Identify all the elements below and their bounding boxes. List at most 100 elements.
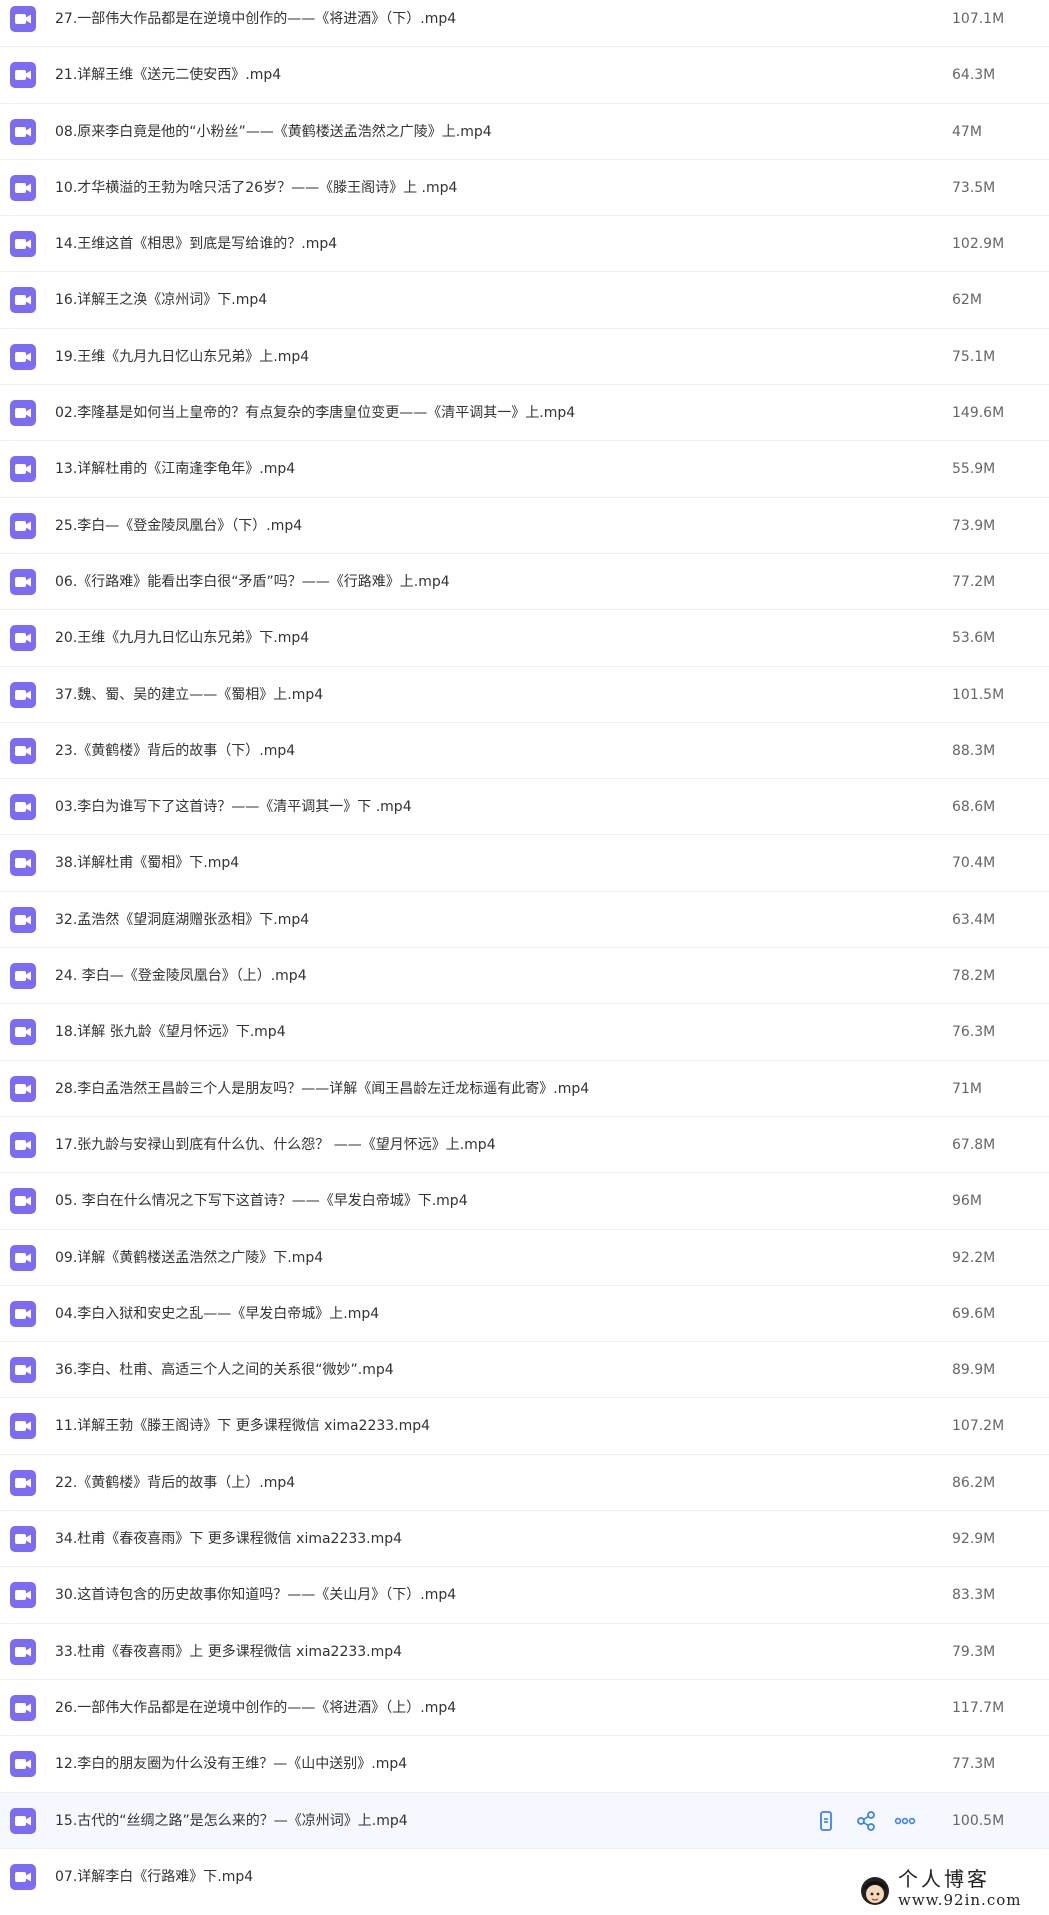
file-size: 117.7M — [952, 1699, 1005, 1716]
file-name[interactable]: 09.详解《黄鹤楼送孟浩然之广陵》下.mp4 — [55, 1248, 323, 1268]
file-row[interactable]: 30.这首诗包含的历史故事你知道吗？——《关山月》（下）.mp4 83.3M — [0, 1567, 1049, 1624]
file-row[interactable]: 02.李隆基是如何当上皇帝的？有点复杂的李唐皇位变更——《清平调其一》上.mp4… — [0, 385, 1049, 442]
file-row[interactable]: 21.详解王维《送元二使安西》.mp4 64.3M — [0, 47, 1049, 104]
file-row[interactable]: 10.才华横溢的王勃为啥只活了26岁？——《滕王阁诗》上 .mp4 73.5M — [0, 160, 1049, 217]
video-file-icon — [10, 118, 36, 145]
file-name[interactable]: 28.李白孟浩然王昌龄三个人是朋友吗？——详解《闻王昌龄左迁龙标遥有此寄》.mp… — [55, 1079, 589, 1099]
file-size: 62M — [952, 292, 982, 309]
file-row[interactable]: 32.孟浩然《望洞庭湖赠张丞相》下.mp4 63.4M — [0, 892, 1049, 949]
file-name[interactable]: 30.这首诗包含的历史故事你知道吗？——《关山月》（下）.mp4 — [55, 1585, 456, 1605]
file-name[interactable]: 15.古代的“丝绸之路”是怎么来的？—《凉州词》上.mp4 — [55, 1811, 408, 1831]
file-size: 47M — [952, 123, 982, 140]
file-row[interactable]: 24. 李白—《登金陵凤凰台》（上）.mp4 78.2M — [0, 948, 1049, 1005]
file-size: 92.2M — [952, 1249, 996, 1266]
file-name[interactable]: 33.杜甫《春夜喜雨》上 更多课程微信 xima2233.mp4 — [55, 1642, 402, 1662]
file-row[interactable]: 25.李白—《登金陵凤凰台》（下）.mp4 73.9M — [0, 498, 1049, 554]
file-name[interactable]: 18.详解 张九龄《望月怀远》下.mp4 — [55, 1022, 286, 1042]
video-file-icon — [10, 737, 36, 764]
file-row[interactable]: 09.详解《黄鹤楼送孟浩然之广陵》下.mp4 92.2M — [0, 1230, 1049, 1286]
file-size: 100.5M — [952, 1812, 1005, 1829]
file-row[interactable]: 26.一部伟大作品都是在逆境中创作的——《将进酒》（上）.mp4 117.7M — [0, 1680, 1049, 1737]
file-row[interactable]: 23.《黄鹤楼》背后的故事（下）.mp4 88.3M — [0, 723, 1049, 780]
video-file-icon — [10, 794, 36, 821]
file-name[interactable]: 24. 李白—《登金陵凤凰台》（上）.mp4 — [55, 966, 307, 986]
video-file-icon — [10, 6, 36, 32]
file-size: 107.1M — [952, 11, 1005, 27]
file-row[interactable]: 37.魏、蜀、吴的建立——《蜀相》上.mp4 101.5M — [0, 667, 1049, 723]
video-file-icon — [10, 1244, 36, 1271]
share-icon[interactable] — [855, 1810, 877, 1832]
file-row[interactable]: 08.原来李白竟是他的“小粉丝”——《黄鹤楼送孟浩然之广陵》上.mp4 47M — [0, 104, 1049, 160]
more-icon[interactable] — [894, 1810, 916, 1832]
file-row[interactable]: 33.杜甫《春夜喜雨》上 更多课程微信 xima2233.mp4 79.3M — [0, 1624, 1049, 1680]
file-name[interactable]: 32.孟浩然《望洞庭湖赠张丞相》下.mp4 — [55, 910, 309, 930]
file-name[interactable]: 03.李白为谁写下了这首诗？——《清平调其一》下 .mp4 — [55, 797, 412, 817]
file-row[interactable]: 28.李白孟浩然王昌龄三个人是朋友吗？——详解《闻王昌龄左迁龙标遥有此寄》.mp… — [0, 1061, 1049, 1117]
video-file-icon — [10, 1413, 36, 1440]
file-name[interactable]: 17.张九龄与安禄山到底有什么仇、什么怨？ ——《望月怀远》上.mp4 — [55, 1135, 496, 1155]
file-row[interactable]: 16.详解王之涣《凉州词》下.mp4 62M — [0, 272, 1049, 329]
file-row[interactable]: 11.详解王勃《滕王阁诗》下 更多课程微信 xima2233.mp4 107.2M — [0, 1398, 1049, 1455]
file-row[interactable]: 14.王维这首《相思》到底是写给谁的？.mp4 102.9M — [0, 216, 1049, 273]
file-row[interactable]: 06.《行路难》能看出李白很“矛盾”吗？——《行路难》上.mp4 77.2M — [0, 554, 1049, 611]
video-file-icon — [10, 400, 36, 427]
file-name[interactable]: 22.《黄鹤楼》背后的故事（上）.mp4 — [55, 1473, 295, 1493]
file-name[interactable]: 27.一部伟大作品都是在逆境中创作的——《将进酒》（下）.mp4 — [55, 9, 456, 29]
file-row[interactable]: 04.李白入狱和安史之乱——《早发白帝城》上.mp4 69.6M — [0, 1286, 1049, 1343]
video-file-icon — [10, 1188, 36, 1215]
file-name[interactable]: 19.王维《九月九日忆山东兄弟》上.mp4 — [55, 347, 309, 367]
file-name[interactable]: 26.一部伟大作品都是在逆境中创作的——《将进酒》（上）.mp4 — [55, 1698, 456, 1718]
file-row[interactable]: 27.一部伟大作品都是在逆境中创作的——《将进酒》（下）.mp4 107.1M — [0, 0, 1049, 48]
file-row[interactable]: 03.李白为谁写下了这首诗？——《清平调其一》下 .mp4 68.6M — [0, 779, 1049, 836]
file-row[interactable]: 12.李白的朋友圈为什么没有王维？—《山中送别》.mp4 77.3M — [0, 1736, 1049, 1793]
file-name[interactable]: 08.原来李白竟是他的“小粉丝”——《黄鹤楼送孟浩然之广陵》上.mp4 — [55, 122, 492, 142]
file-size: 76.3M — [952, 1024, 996, 1041]
file-name[interactable]: 11.详解王勃《滕王阁诗》下 更多课程微信 xima2233.mp4 — [55, 1416, 430, 1436]
file-name[interactable]: 04.李白入狱和安史之乱——《早发白帝城》上.mp4 — [55, 1304, 379, 1324]
file-name[interactable]: 36.李白、杜甫、高适三个人之间的关系很“微妙”.mp4 — [55, 1360, 394, 1380]
file-name[interactable]: 10.才华横溢的王勃为啥只活了26岁？——《滕王阁诗》上 .mp4 — [55, 178, 457, 198]
file-row[interactable]: 36.李白、杜甫、高适三个人之间的关系很“微妙”.mp4 89.9M — [0, 1342, 1049, 1399]
file-name[interactable]: 06.《行路难》能看出李白很“矛盾”吗？——《行路难》上.mp4 — [55, 572, 450, 592]
file-row[interactable]: 20.王维《九月九日忆山东兄弟》下.mp4 53.6M — [0, 610, 1049, 667]
file-name[interactable]: 07.详解李白《行路难》下.mp4 — [55, 1867, 253, 1887]
file-list: 27.一部伟大作品都是在逆境中创作的——《将进酒》（下）.mp4 107.1M 21… — [0, 0, 1049, 1905]
file-name[interactable]: 02.李隆基是如何当上皇帝的？有点复杂的李唐皇位变更——《清平调其一》上.mp4 — [55, 403, 575, 423]
video-file-icon — [10, 568, 36, 595]
video-file-icon — [10, 1526, 36, 1553]
file-row[interactable]: 38.详解杜甫《蜀相》下.mp4 70.4M — [0, 835, 1049, 892]
file-name[interactable]: 25.李白—《登金陵凤凰台》（下）.mp4 — [55, 516, 302, 536]
file-name[interactable]: 37.魏、蜀、吴的建立——《蜀相》上.mp4 — [55, 685, 323, 705]
file-name[interactable]: 05. 李白在什么情况之下写下这首诗？——《早发白帝城》下.mp4 — [55, 1191, 468, 1211]
file-size: 63.4M — [952, 911, 996, 928]
video-file-icon — [10, 1863, 36, 1890]
file-name[interactable]: 14.王维这首《相思》到底是写给谁的？.mp4 — [55, 234, 337, 254]
file-name[interactable]: 16.详解王之涣《凉州词》下.mp4 — [55, 290, 267, 310]
file-name[interactable]: 38.详解杜甫《蜀相》下.mp4 — [55, 853, 239, 873]
file-row[interactable]: 17.张九龄与安禄山到底有什么仇、什么怨？ ——《望月怀远》上.mp4 67.8M — [0, 1117, 1049, 1174]
file-row[interactable]: 05. 李白在什么情况之下写下这首诗？——《早发白帝城》下.mp4 96M — [0, 1173, 1049, 1230]
file-size: 77.3M — [952, 1756, 996, 1773]
file-name[interactable]: 34.杜甫《春夜喜雨》下 更多课程微信 xima2233.mp4 — [55, 1529, 402, 1549]
video-file-icon — [10, 1300, 36, 1327]
file-name[interactable]: 23.《黄鹤楼》背后的故事（下）.mp4 — [55, 741, 295, 761]
file-name[interactable]: 12.李白的朋友圈为什么没有王维？—《山中送别》.mp4 — [55, 1754, 407, 1774]
file-name[interactable]: 21.详解王维《送元二使安西》.mp4 — [55, 65, 281, 85]
file-size: 101.5M — [952, 686, 1005, 703]
video-file-icon — [10, 906, 36, 933]
file-size: 64.3M — [952, 67, 996, 84]
file-row[interactable]: 18.详解 张九龄《望月怀远》下.mp4 76.3M — [0, 1004, 1049, 1061]
file-size: 75.1M — [952, 348, 996, 365]
phone-icon[interactable] — [815, 1810, 837, 1832]
file-row[interactable]: 34.杜甫《春夜喜雨》下 更多课程微信 xima2233.mp4 92.9M — [0, 1511, 1049, 1568]
file-name[interactable]: 13.详解杜甫的《江南逢李龟年》.mp4 — [55, 459, 295, 479]
file-size: 73.9M — [952, 517, 996, 534]
file-row[interactable]: 22.《黄鹤楼》背后的故事（上）.mp4 86.2M — [0, 1455, 1049, 1512]
file-row[interactable]: 19.王维《九月九日忆山东兄弟》上.mp4 75.1M — [0, 329, 1049, 386]
watermark: 个人博客 www.92in.com — [858, 1866, 1043, 1914]
video-file-icon — [10, 1582, 36, 1609]
file-size: 70.4M — [952, 855, 996, 872]
file-row[interactable]: 13.详解杜甫的《江南逢李龟年》.mp4 55.9M — [0, 441, 1049, 498]
file-row[interactable]: 15.古代的“丝绸之路”是怎么来的？—《凉州词》上.mp4 100.5M — [0, 1792, 1049, 1849]
file-name[interactable]: 20.王维《九月九日忆山东兄弟》下.mp4 — [55, 628, 309, 648]
